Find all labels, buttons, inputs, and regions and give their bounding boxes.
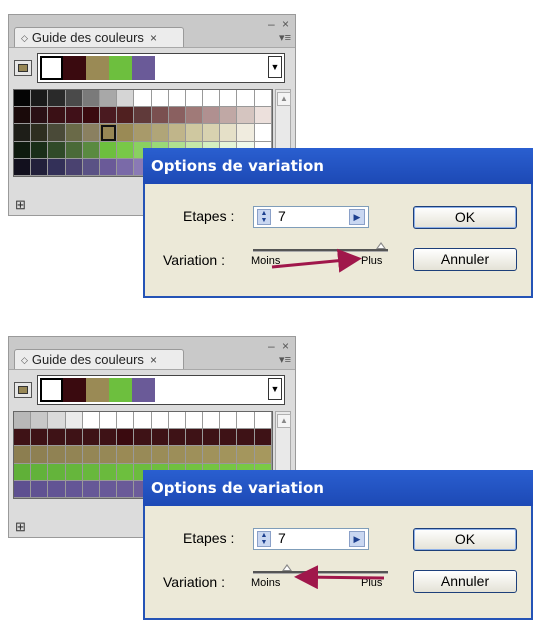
scene-top: – × ◇ Guide des couleurs × ▾≡ ▼ ▲ ⊞ Option… (0, 0, 537, 306)
annotation-arrow (294, 565, 385, 590)
scene-bottom: – × ◇ Guide des couleurs × ▾≡ ▼ ▲ ⊞ Option… (0, 322, 537, 628)
annotation-arrow (271, 248, 362, 273)
